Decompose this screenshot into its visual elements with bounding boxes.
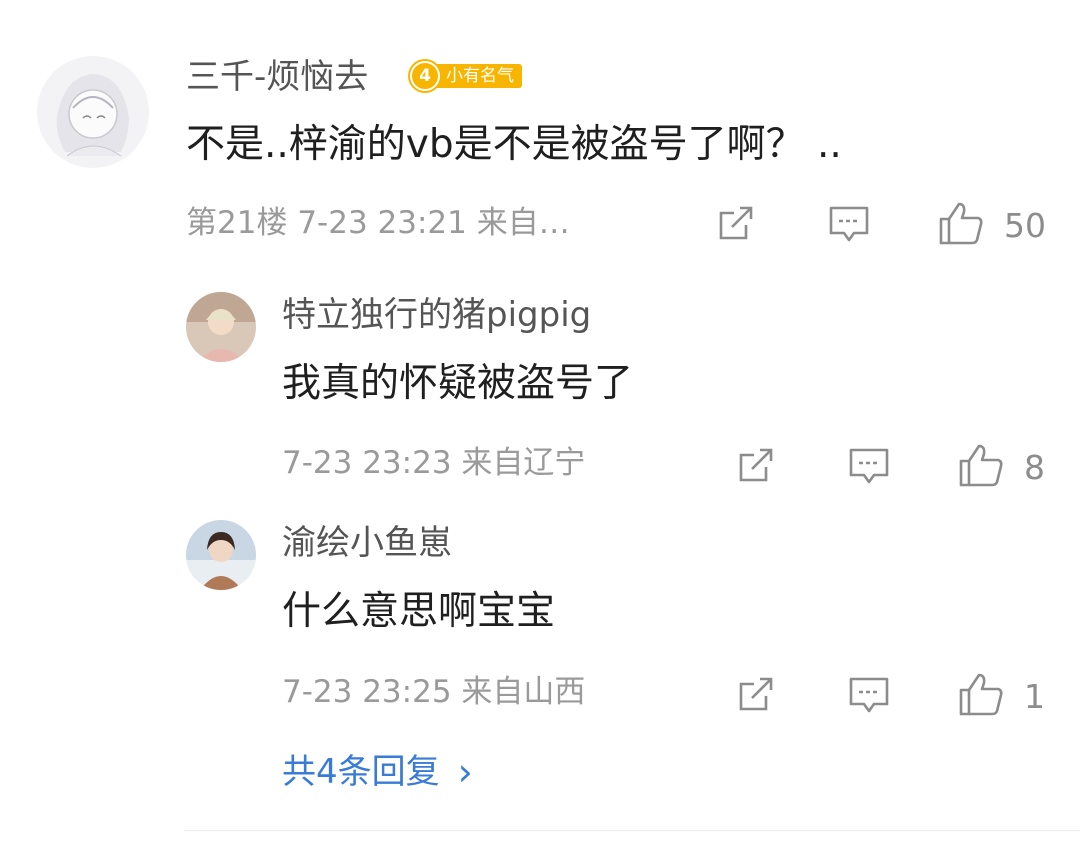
badge-label: 小有名气 — [432, 64, 522, 88]
reply-text: 什么意思啊宝宝 — [282, 589, 556, 634]
chevron-right-icon: › — [457, 750, 473, 794]
level-badge: 4 小有名气 — [410, 61, 522, 91]
divider — [184, 830, 1080, 831]
view-more-replies-link[interactable]: 共4条回复 › — [282, 753, 473, 791]
thumbs-up-icon[interactable] — [958, 671, 1004, 717]
location: 来自山西 — [461, 674, 586, 710]
badge-level: 4 — [410, 61, 440, 91]
share-icon[interactable] — [716, 203, 756, 243]
username[interactable]: 特立独行的猪pigpig — [282, 298, 591, 332]
avatar-image — [186, 520, 256, 590]
username[interactable]: 三千-烦恼去 — [186, 60, 368, 94]
avatar-image — [186, 292, 256, 362]
reply-meta: 7-23 23:25 来自山西 — [282, 677, 585, 708]
timestamp: 7-23 23:23 — [282, 445, 452, 481]
timestamp: 7-23 23:21 — [297, 205, 467, 241]
comment-text: 不是..梓渝的vb是不是被盗号了啊？ .. — [186, 122, 842, 167]
thumbs-up-icon[interactable] — [938, 200, 984, 246]
comment-icon[interactable] — [828, 205, 870, 245]
location: 来自辽宁 — [461, 445, 586, 481]
timestamp: 7-23 23:25 — [282, 674, 452, 710]
username[interactable]: 渝绘小鱼崽 — [282, 526, 452, 560]
reply-meta: 7-23 23:23 来自辽宁 — [282, 448, 585, 479]
comment-icon[interactable] — [848, 447, 890, 487]
like-count: 1 — [1024, 677, 1045, 716]
avatar[interactable] — [186, 520, 256, 590]
like-count: 50 — [1004, 206, 1046, 245]
avatar-image — [37, 56, 149, 168]
like-count: 8 — [1024, 448, 1045, 487]
share-icon[interactable] — [736, 674, 776, 714]
floor-number: 第21楼 — [186, 205, 288, 241]
avatar[interactable] — [37, 56, 149, 168]
more-replies-label: 共4条回复 — [282, 752, 440, 792]
thumbs-up-icon[interactable] — [958, 442, 1004, 488]
share-icon[interactable] — [736, 445, 776, 485]
comment-icon[interactable] — [848, 676, 890, 716]
location: 来自… — [476, 205, 570, 241]
comment-meta: 第21楼 7-23 23:21 来自… — [186, 208, 570, 239]
avatar[interactable] — [186, 292, 256, 362]
reply-text: 我真的怀疑被盗号了 — [282, 361, 634, 406]
